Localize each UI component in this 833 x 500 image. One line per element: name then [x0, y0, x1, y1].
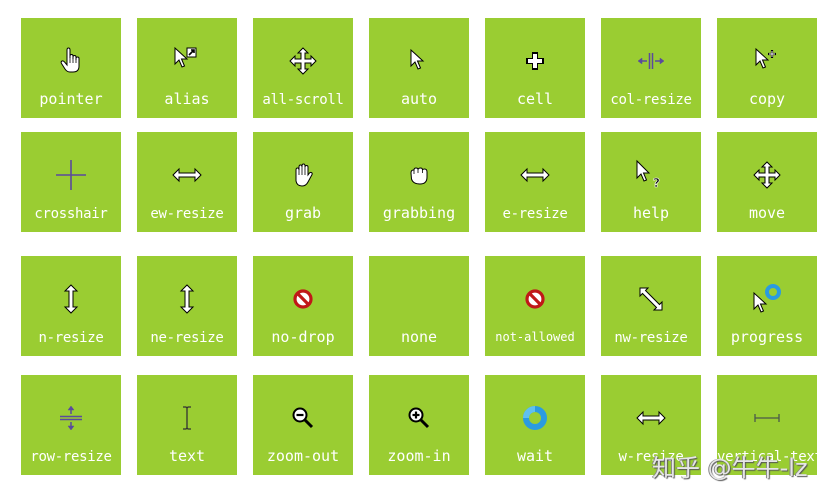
cursor-tile-label: help	[632, 204, 670, 222]
cursor-tile-grabbing[interactable]: grabbing	[369, 132, 469, 232]
cursor-tile-wait[interactable]: wait	[485, 375, 585, 475]
cursor-tile-cell[interactable]: cell	[485, 18, 585, 118]
cursor-tile-not-allowed[interactable]: not-allowed	[485, 256, 585, 356]
no-entry-icon	[253, 284, 353, 314]
cursor-tile-auto[interactable]: auto	[369, 18, 469, 118]
cursor-tile-n-resize[interactable]: n-resize	[21, 256, 121, 356]
busy-ring-icon	[485, 403, 585, 433]
no-entry-icon	[485, 284, 585, 314]
arrow-copy-icon	[717, 46, 817, 76]
cursor-tile-label: col-resize	[610, 92, 692, 108]
vertical-double-arrow-icon	[21, 284, 121, 314]
cursor-tile-progress[interactable]: progress	[717, 256, 817, 356]
cursor-tile-label: none	[400, 328, 438, 346]
cursor-tile-e-resize[interactable]: e-resize	[485, 132, 585, 232]
cursor-tile-label: wait	[516, 447, 554, 465]
watermark: 知乎 @牛牛-lz	[652, 454, 808, 482]
cursor-tile-copy[interactable]: copy	[717, 18, 817, 118]
cursor-tile-label: text	[168, 447, 206, 465]
arrow-busy-icon	[717, 284, 817, 314]
cursor-tile-label: nw-resize	[614, 330, 688, 346]
cursor-tile-label: crosshair	[34, 206, 108, 222]
cursor-tile-label: progress	[730, 328, 804, 346]
cursor-tile-zoom-out[interactable]: zoom-out	[253, 375, 353, 475]
arrow-question-icon: ?	[601, 159, 701, 190]
cursor-tile-label: n-resize	[38, 330, 104, 346]
col-resize-icon	[601, 46, 701, 76]
no-icon	[369, 284, 469, 314]
horizontal-double-arrow-icon	[601, 403, 701, 433]
cursor-tile-label: zoom-in	[387, 447, 451, 465]
crosshair-icon	[21, 160, 121, 190]
arrow-alias-icon	[137, 46, 237, 76]
closed-hand-icon	[369, 160, 469, 190]
arrow-cursor-icon	[369, 46, 469, 76]
cursor-tile-label: no-drop	[271, 328, 335, 346]
vertical-text-beam-icon	[717, 403, 817, 433]
hand-pointer-icon	[21, 46, 121, 76]
cursor-tile-row-resize[interactable]: row-resize	[21, 375, 121, 475]
cursor-tile-label: move	[748, 204, 786, 222]
cursor-tile-pointer[interactable]: pointer	[21, 18, 121, 118]
row-resize-icon	[21, 403, 121, 433]
cursor-tile-ne-resize[interactable]: ne-resize	[137, 256, 237, 356]
horizontal-double-arrow-icon	[485, 160, 585, 190]
cursor-tile-label: cell	[516, 90, 554, 108]
cursor-tile-help[interactable]: ? help	[601, 132, 701, 232]
cursor-tile-label: ne-resize	[150, 330, 224, 346]
cursor-tile-move[interactable]: move	[717, 132, 817, 232]
svg-text:?: ?	[653, 176, 660, 190]
cursor-tile-label: row-resize	[30, 449, 112, 465]
diagonal-double-arrow-icon	[601, 284, 701, 314]
cursor-tile-all-scroll[interactable]: all-scroll	[253, 18, 353, 118]
four-way-arrow-icon	[253, 46, 353, 76]
four-way-arrow-icon	[717, 160, 817, 190]
cursor-tile-label: alias	[164, 90, 210, 108]
cursor-tile-label: zoom-out	[266, 447, 340, 465]
cursor-tile-label: grabbing	[382, 204, 456, 222]
magnifier-plus-icon	[369, 403, 469, 433]
cursor-tile-alias[interactable]: alias	[137, 18, 237, 118]
cursor-tile-label: e-resize	[502, 206, 568, 222]
cursor-tile-label: grab	[284, 204, 322, 222]
vertical-double-arrow-icon	[137, 284, 237, 314]
cursor-tile-none[interactable]: none	[369, 256, 469, 356]
cursor-tile-label: not-allowed	[495, 330, 575, 344]
cursor-tile-crosshair[interactable]: crosshair	[21, 132, 121, 232]
open-hand-icon	[253, 160, 353, 190]
cursor-tile-nw-resize[interactable]: nw-resize	[601, 256, 701, 356]
cursor-tile-label: auto	[400, 90, 438, 108]
cursor-tile-label: copy	[748, 90, 786, 108]
cursor-tile-label: all-scroll	[262, 92, 344, 108]
cursor-tile-zoom-in[interactable]: zoom-in	[369, 375, 469, 475]
cursor-tile-ew-resize[interactable]: ew-resize	[137, 132, 237, 232]
i-beam-icon	[137, 403, 237, 433]
horizontal-double-arrow-icon	[137, 160, 237, 190]
cursor-tile-no-drop[interactable]: no-drop	[253, 256, 353, 356]
cell-plus-icon	[485, 46, 585, 76]
cursor-tile-col-resize[interactable]: col-resize	[601, 18, 701, 118]
cursor-tile-label: ew-resize	[150, 206, 224, 222]
cursor-tile-label: pointer	[39, 90, 103, 108]
cursor-tile-text[interactable]: text	[137, 375, 237, 475]
cursor-tile-grab[interactable]: grab	[253, 132, 353, 232]
magnifier-minus-icon	[253, 403, 353, 433]
